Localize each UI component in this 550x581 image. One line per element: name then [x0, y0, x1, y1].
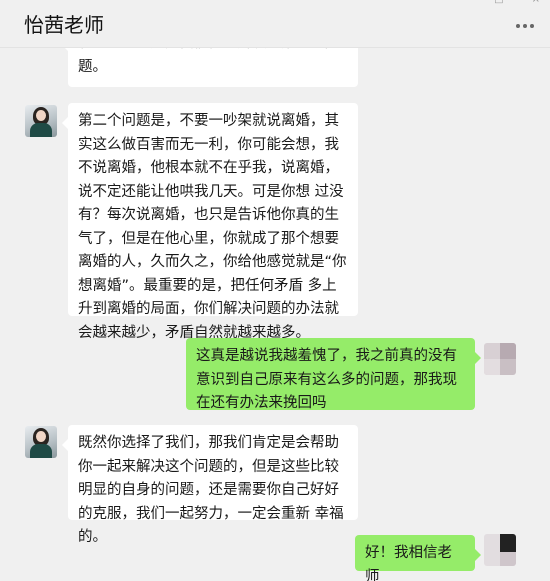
- message-bubble-outgoing[interactable]: 好！我相信老师: [355, 535, 481, 581]
- message-text: 有意义吗？这是我们需要解决的第一个问题。: [78, 48, 339, 75]
- user-avatar[interactable]: [484, 343, 516, 375]
- message-bubble-incoming[interactable]: 第二个问题是，不要一吵架就说离婚，其实这么做百害而无一利，你可能会想，我不说离婚…: [62, 103, 358, 341]
- message-list[interactable]: 有意义吗？这是我们需要解决的第一个问题。 第二个问题是，不要一吵架就说离婚，其实…: [0, 48, 550, 581]
- window-controls: — □ ×: [456, 0, 540, 6]
- message-bubble-outgoing[interactable]: 这真是越说我越羞愧了，我之前真的没有意识到自己原来有这么多的问题，那我现在还有办…: [186, 338, 481, 411]
- message-text: 好！我相信老师: [365, 545, 452, 581]
- message-text: 既然你选择了我们，那我们肯定是会帮助你一起来解决这个问题的，但是这些比较明显的自…: [78, 435, 344, 545]
- message-bubble-incoming[interactable]: 既然你选择了我们，那我们肯定是会帮助你一起来解决这个问题的，但是这些比较明显的自…: [62, 425, 358, 545]
- message-text: 这真是越说我越羞愧了，我之前真的没有意识到自己原来有这么多的问题，那我现在还有办…: [196, 348, 457, 411]
- minimize-icon[interactable]: —: [456, 0, 466, 6]
- chat-title: 怡茜老师: [24, 13, 104, 37]
- maximize-icon[interactable]: □: [494, 0, 503, 6]
- close-icon[interactable]: ×: [532, 0, 540, 6]
- message-text: 第二个问题是，不要一吵架就说离婚，其实这么做百害而无一利，你可能会想，我不说离婚…: [78, 113, 347, 341]
- more-options-icon[interactable]: [516, 24, 534, 28]
- message-bubble-incoming[interactable]: 有意义吗？这是我们需要解决的第一个问题。: [62, 48, 358, 87]
- chat-header: 怡茜老师 — □ ×: [0, 0, 550, 48]
- user-avatar[interactable]: [484, 534, 516, 566]
- teacher-avatar[interactable]: [25, 105, 57, 137]
- teacher-avatar[interactable]: [25, 426, 57, 458]
